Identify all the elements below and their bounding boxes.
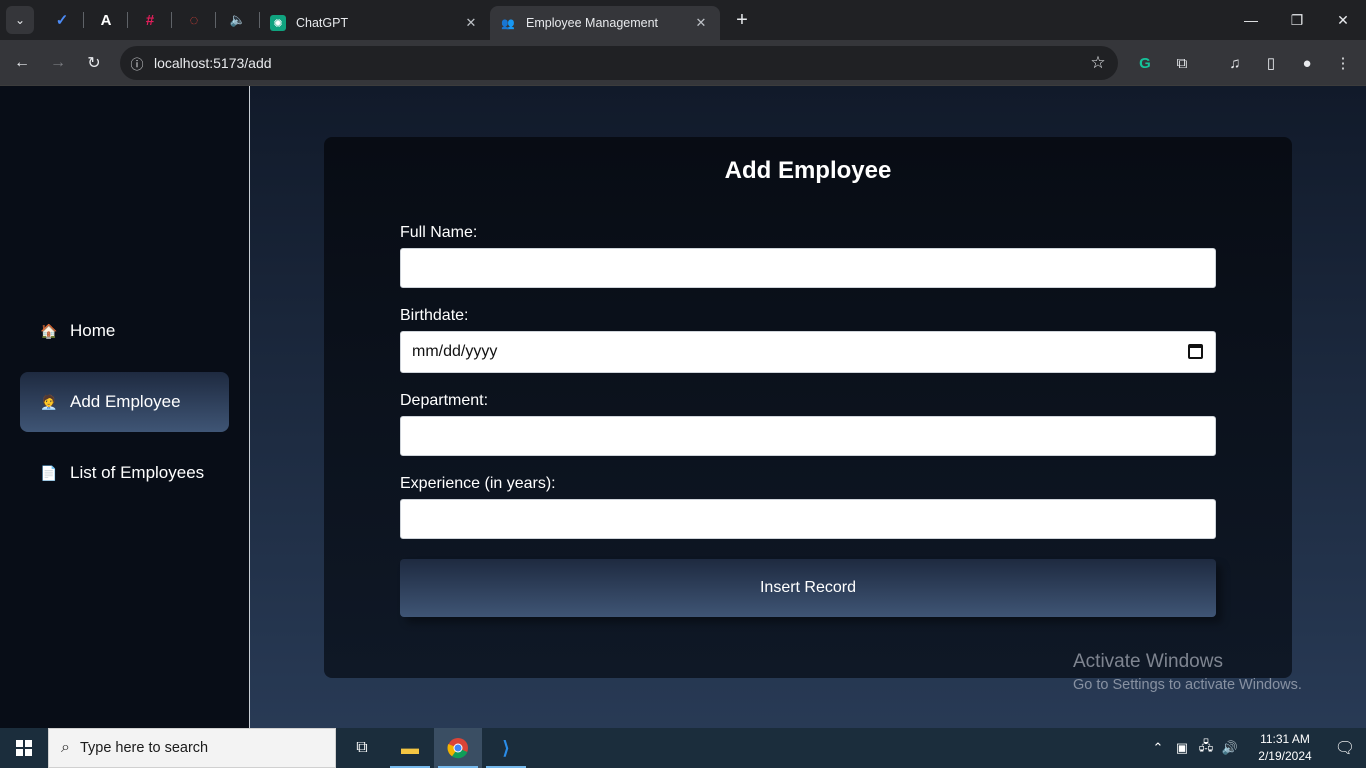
watermark-subtitle: Go to Settings to activate Windows. xyxy=(1073,677,1302,693)
back-button[interactable]: ← xyxy=(4,45,40,81)
new-tab-button[interactable]: + xyxy=(728,6,756,34)
pinned-tabs: ✓ A # ◌ 🔈 xyxy=(40,0,260,40)
circle-icon: ◌ xyxy=(189,11,199,29)
browser-tab-strip: ⌄ ✓ A # ◌ 🔈 ✺ ChatGPT ✕ 👥 Employee Manag… xyxy=(0,0,1366,40)
activate-windows-watermark: Activate Windows Go to Settings to activ… xyxy=(1073,651,1302,693)
start-button[interactable] xyxy=(0,728,48,768)
task-view-icon[interactable]: ⧉ xyxy=(338,728,386,768)
add-employee-form: Add Employee Full Name: Birthdate: mm/dd… xyxy=(324,137,1292,678)
sidebar-item-label: List of Employees xyxy=(70,463,205,482)
birthdate-label: Birthdate: xyxy=(400,307,469,324)
insert-record-button[interactable]: Insert Record xyxy=(400,559,1216,617)
employee-icon: 🧑‍💼 xyxy=(40,393,58,410)
window-controls: — ❐ ✕ xyxy=(1228,0,1366,40)
meet-now-icon[interactable]: ▣ xyxy=(1170,740,1194,756)
search-icon: ⌕ xyxy=(61,739,70,756)
system-tray: ⌃ ▣ 🖧 🔊 11:31 AM 2/19/2024 🗨 xyxy=(1146,728,1366,768)
pinned-tab-check[interactable]: ✓ xyxy=(40,0,84,40)
sidebar-item-add-employee[interactable]: 🧑‍💼 Add Employee xyxy=(20,372,229,432)
address-bar[interactable]: ⓘ localhost:5173/add ☆ xyxy=(120,46,1118,80)
minimize-button[interactable]: — xyxy=(1228,0,1274,40)
profile-avatar[interactable]: ● xyxy=(1290,46,1324,80)
check-icon: ✓ xyxy=(55,12,69,29)
department-input[interactable] xyxy=(400,416,1216,456)
tab-employee-management[interactable]: 👥 Employee Management ✕ xyxy=(490,6,720,40)
main-content: Add Employee Full Name: Birthdate: mm/dd… xyxy=(250,86,1366,728)
tab-search-button[interactable]: ⌄ xyxy=(6,6,34,34)
close-icon[interactable]: ✕ xyxy=(462,14,480,32)
restore-button[interactable]: ❐ xyxy=(1274,0,1320,40)
clock-date: 2/19/2024 xyxy=(1258,749,1312,763)
clock-time: 11:31 AM xyxy=(1260,732,1310,746)
sidebar-item-list-employees[interactable]: 📄 List of Employees xyxy=(20,443,229,503)
vscode-icon[interactable]: ⟩ xyxy=(482,728,530,768)
home-icon: 🏠 xyxy=(40,322,58,339)
experience-input[interactable] xyxy=(400,499,1216,539)
volume-icon: 🔈 xyxy=(229,12,247,27)
network-icon[interactable]: 🖧 xyxy=(1194,737,1218,759)
app-root: 🏠 Home 🧑‍💼 Add Employee 📄 List of Employ… xyxy=(0,86,1366,728)
birthdate-placeholder: mm/dd/yyyy xyxy=(412,343,498,360)
birthdate-input[interactable]: mm/dd/yyyy xyxy=(400,331,1216,373)
reload-button[interactable]: ↻ xyxy=(76,45,112,81)
experience-label: Experience (in years): xyxy=(400,475,556,492)
pinned-tab-slack[interactable]: # xyxy=(128,0,172,40)
document-icon: 📄 xyxy=(40,464,58,481)
side-panel-icon[interactable]: ▯ xyxy=(1254,46,1288,80)
people-icon: 👥 xyxy=(501,17,515,30)
tab-title: Employee Management xyxy=(526,16,659,30)
site-info-icon[interactable]: ⓘ xyxy=(120,54,154,73)
page-title: Add Employee xyxy=(724,157,892,184)
grammarly-icon[interactable]: G xyxy=(1128,46,1162,80)
forward-button[interactable]: → xyxy=(40,45,76,81)
chrome-logo xyxy=(447,738,468,759)
media-control-icon[interactable]: ♫ xyxy=(1218,46,1252,80)
close-window-button[interactable]: ✕ xyxy=(1320,0,1366,40)
pinned-tab-volume[interactable]: 🔈 xyxy=(216,0,260,40)
notification-icon[interactable]: 🗨 xyxy=(1324,738,1366,758)
full-name-input[interactable] xyxy=(400,248,1216,288)
search-placeholder: Type here to search xyxy=(79,740,209,756)
speaker-icon[interactable]: 🔊 xyxy=(1218,740,1242,756)
calendar-icon[interactable] xyxy=(1188,344,1203,359)
department-label: Department: xyxy=(400,392,489,409)
slack-icon: # xyxy=(145,11,155,29)
taskbar-clock[interactable]: 11:31 AM 2/19/2024 xyxy=(1246,731,1324,765)
windows-logo-icon xyxy=(16,740,32,756)
chevron-up-icon[interactable]: ⌃ xyxy=(1146,740,1170,756)
taskbar-search[interactable]: ⌕ Type here to search xyxy=(48,728,336,768)
windows-taskbar: ⌕ Type here to search ⧉ ▬ ⟩ ⌃ ▣ 🖧 🔊 11:3… xyxy=(0,728,1366,768)
a-icon: A xyxy=(100,11,112,29)
browser-toolbar: ← → ↻ ⓘ localhost:5173/add ☆ G ⧉ ♫ ▯ ● ⋮ xyxy=(0,40,1366,86)
tab-title: ChatGPT xyxy=(296,16,349,30)
pinned-tab-circle[interactable]: ◌ xyxy=(172,0,216,40)
sidebar-item-label: Home xyxy=(70,321,116,340)
file-explorer-icon[interactable]: ▬ xyxy=(386,728,434,768)
watermark-title: Activate Windows xyxy=(1073,651,1223,672)
chrome-icon[interactable] xyxy=(434,728,482,768)
menu-icon[interactable]: ⋮ xyxy=(1326,46,1360,80)
tab-chatgpt[interactable]: ✺ ChatGPT ✕ xyxy=(260,6,490,40)
bookmark-star-icon[interactable]: ☆ xyxy=(1078,53,1118,73)
sidebar: 🏠 Home 🧑‍💼 Add Employee 📄 List of Employ… xyxy=(0,86,250,728)
chatgpt-icon: ✺ xyxy=(270,15,286,31)
close-icon[interactable]: ✕ xyxy=(692,14,710,32)
url-text[interactable]: localhost:5173/add xyxy=(154,55,1078,71)
sidebar-item-label: Add Employee xyxy=(70,392,181,411)
sidebar-item-home[interactable]: 🏠 Home xyxy=(20,301,229,361)
pinned-tab-a[interactable]: A xyxy=(84,0,128,40)
extensions-icon[interactable]: ⧉ xyxy=(1165,46,1199,80)
full-name-label: Full Name: xyxy=(400,224,478,241)
